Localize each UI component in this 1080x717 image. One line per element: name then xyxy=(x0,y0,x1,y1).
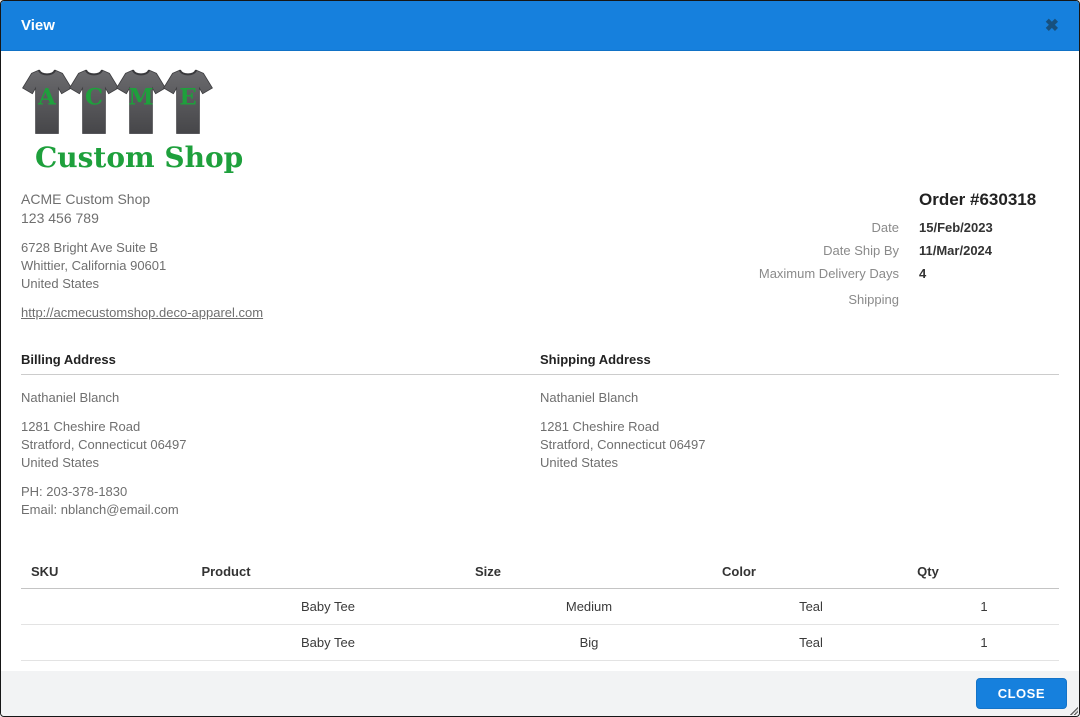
close-button[interactable]: CLOSE xyxy=(975,678,1067,709)
logo-letter: E xyxy=(179,84,196,110)
billing-address-heading: Billing Address xyxy=(21,352,116,367)
order-field-label: Date Ship By xyxy=(823,243,899,258)
address-line: 1281 Cheshire Road xyxy=(21,419,141,434)
merchant-logo: A C M E Custom Shop xyxy=(21,63,244,174)
tshirt-icon: A xyxy=(22,69,72,134)
cell-color: Teal xyxy=(799,599,823,614)
order-field-value xyxy=(919,289,1059,304)
address-line: Stratford, Connecticut 06497 xyxy=(21,437,187,452)
cell-size: Big xyxy=(579,635,599,650)
dialog-body: A C M E Custom Shop ACME Custom Shop 123… xyxy=(1,63,1079,697)
order-field-value: 4 xyxy=(919,266,927,281)
logo-letter: C xyxy=(85,84,103,110)
tshirt-icon: E xyxy=(163,69,213,134)
address-line: United States xyxy=(21,276,100,291)
billing-name: Nathaniel Blanch xyxy=(21,390,120,405)
shipping-address-heading: Shipping Address xyxy=(540,352,651,367)
column-header-sku: SKU xyxy=(31,564,59,579)
dialog-header: View ✖ xyxy=(1,1,1079,51)
address-line: Whittier, California 90601 xyxy=(21,258,167,273)
billing-phone: PH: 203-378-1830 xyxy=(21,484,128,499)
close-icon[interactable]: ✖ xyxy=(1045,17,1059,34)
merchant-info: ACME Custom Shop 123 456 789 6728 Bright… xyxy=(21,190,263,322)
tshirts-icon: A C M E xyxy=(21,63,221,139)
cell-product: Baby Tee xyxy=(301,599,355,614)
order-field-value: 11/Mar/2024 xyxy=(919,243,993,258)
shipping-name: Nathaniel Blanch xyxy=(540,390,639,405)
column-header-product: Product xyxy=(201,564,251,579)
dialog-title: View xyxy=(21,17,55,34)
column-header-color: Color xyxy=(722,564,756,579)
billing-address: 1281 Cheshire Road Stratford, Connecticu… xyxy=(21,418,540,472)
address-line: United States xyxy=(540,455,619,470)
resize-grip-icon[interactable] xyxy=(1069,706,1078,715)
tshirt-icon: C xyxy=(69,69,119,134)
cell-qty: 1 xyxy=(980,635,988,650)
table-row: Baby Tee Big Teal 1 xyxy=(21,625,1059,661)
tshirt-icon: M xyxy=(116,69,166,134)
address-line: 6728 Bright Ave Suite B xyxy=(21,240,159,255)
cell-qty: 1 xyxy=(980,599,988,614)
shipping-address: 1281 Cheshire Road Stratford, Connecticu… xyxy=(540,418,1059,472)
address-line: 1281 Cheshire Road xyxy=(540,419,660,434)
address-section-header: Billing Address Shipping Address xyxy=(21,352,1059,375)
order-field-value: 15/Feb/2023 xyxy=(919,220,993,235)
address-line: United States xyxy=(21,455,100,470)
billing-contact: PH: 203-378-1830 Email: nblanch@email.co… xyxy=(21,483,540,519)
order-field-label: Maximum Delivery Days xyxy=(758,266,899,281)
order-summary: Order #630318 Date 15/Feb/2023 Date Ship… xyxy=(759,190,1059,322)
cell-product: Baby Tee xyxy=(301,635,355,650)
dialog-footer: CLOSE xyxy=(1,671,1079,716)
order-number-title: Order #630318 xyxy=(919,190,1037,209)
billing-address-block: Nathaniel Blanch 1281 Cheshire Road Stra… xyxy=(21,389,540,530)
merchant-address: 6728 Bright Ave Suite B Whittier, Califo… xyxy=(21,239,263,293)
table-header-row: SKU Product Size Color Qty xyxy=(21,556,1059,589)
column-header-qty: Qty xyxy=(917,564,939,579)
billing-email: Email: nblanch@email.com xyxy=(21,502,179,517)
shipping-address-block: Nathaniel Blanch 1281 Cheshire Road Stra… xyxy=(540,389,1059,530)
cell-size: Medium xyxy=(565,599,613,614)
merchant-phone: 123 456 789 xyxy=(21,210,99,226)
column-header-size: Size xyxy=(474,564,501,579)
order-field-label: Shipping xyxy=(848,292,899,307)
merchant-name: ACME Custom Shop xyxy=(21,191,151,207)
address-line: Stratford, Connecticut 06497 xyxy=(540,437,706,452)
logo-letter: M xyxy=(128,84,153,110)
view-dialog: View ✖ A C M E Custom Shop ACME Custom S… xyxy=(0,0,1080,717)
logo-letter: A xyxy=(37,84,56,110)
logo-caption: Custom Shop xyxy=(35,141,244,174)
cell-color: Teal xyxy=(799,635,823,650)
merchant-website-link[interactable]: http://acmecustomshop.deco-apparel.com xyxy=(21,305,263,320)
order-field-label: Date xyxy=(871,220,899,235)
table-row: Baby Tee Medium Teal 1 xyxy=(21,589,1059,625)
